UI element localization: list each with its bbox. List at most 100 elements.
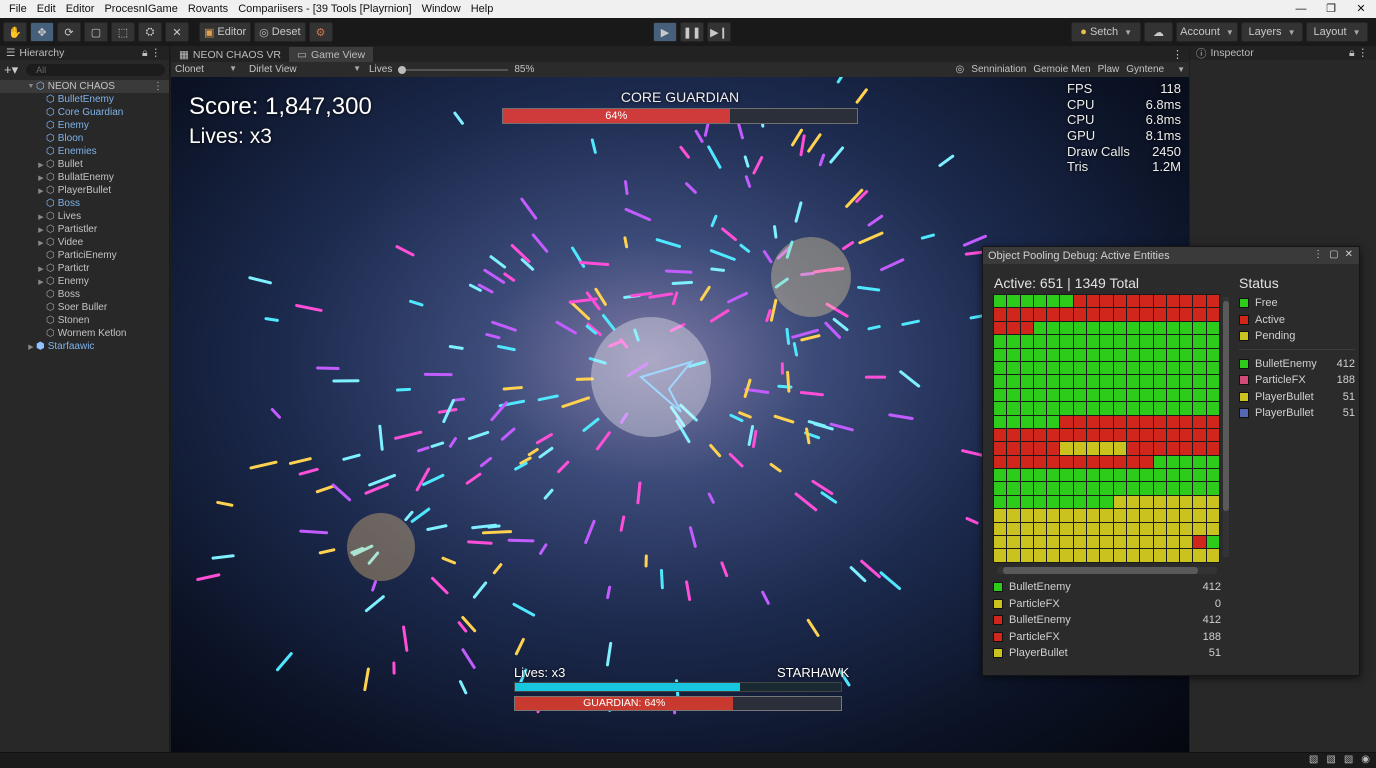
pool-cell[interactable] [994,482,1007,495]
transform-tool-icon[interactable]: ⛭ [138,22,162,42]
pool-cell[interactable] [1060,402,1073,415]
pool-cell[interactable] [1180,482,1193,495]
pool-cell[interactable] [1033,415,1047,428]
pool-cell[interactable] [1007,295,1020,308]
more-icon[interactable]: ⋮ [153,81,163,92]
pool-cell[interactable] [1087,361,1100,375]
pool-cell[interactable] [1100,348,1113,361]
tree-item[interactable]: ▶ ⬡ Bullet [0,158,169,171]
tree-item[interactable]: ⬡ Core Guardian [0,106,169,119]
pool-cell[interactable] [1100,509,1113,522]
pool-grid[interactable] [993,294,1221,563]
pool-cell[interactable] [1100,522,1113,536]
pool-cell[interactable] [1033,361,1047,375]
pool-cell[interactable] [994,469,1007,482]
pool-cell[interactable] [1100,308,1113,321]
pool-cell[interactable] [1193,495,1206,509]
pool-cell[interactable] [1193,482,1206,495]
pool-cell[interactable] [994,522,1007,536]
pool-cell[interactable] [1140,509,1153,522]
pool-cell[interactable] [1100,388,1113,402]
pool-cell[interactable] [1087,536,1100,549]
pool-cell[interactable] [1166,522,1180,536]
menu-file[interactable]: File [4,3,32,15]
pool-cell[interactable] [1166,375,1180,388]
pool-cell[interactable] [1166,295,1180,308]
expand-arrow-icon[interactable]: ▶ [36,174,46,182]
pool-cell[interactable] [1180,428,1193,442]
pool-cell[interactable] [1087,469,1100,482]
maximize-icon[interactable]: ▢ [1329,249,1338,260]
menu-help[interactable]: Help [466,3,499,15]
tree-item-footer[interactable]: ▶ ⬢ Starfaawic [0,340,169,353]
pool-cell[interactable] [1180,402,1193,415]
pool-cell[interactable] [1193,428,1206,442]
pool-cell[interactable] [1073,308,1087,321]
pool-cell[interactable] [1166,495,1180,509]
pool-cell[interactable] [1140,536,1153,549]
pool-cell[interactable] [1140,549,1153,562]
pool-cell[interactable] [1140,402,1153,415]
pool-cell[interactable] [1153,335,1166,348]
pool-cell[interactable] [1100,495,1113,509]
move-tool-icon[interactable]: ✥ [30,22,54,42]
inspector-tab[interactable]: ⓘ Inspector 🔒︎ ⋮ [1190,46,1376,60]
pool-cell[interactable] [1113,442,1126,455]
pool-cell[interactable] [1193,536,1206,549]
pause-icon[interactable]: ❚❚ [680,22,704,42]
pool-cell[interactable] [1060,388,1073,402]
pool-vertical-scrollbar[interactable] [1223,297,1229,557]
close-icon[interactable]: ✕ [1346,0,1376,18]
pool-cell[interactable] [1073,455,1087,469]
pool-cell[interactable] [1020,442,1033,455]
pool-cell[interactable] [1113,295,1126,308]
pool-cell[interactable] [1060,509,1073,522]
pool-cell[interactable] [1126,536,1140,549]
pool-cell[interactable] [1033,348,1047,361]
pool-cell[interactable] [1087,348,1100,361]
pool-cell[interactable] [1020,402,1033,415]
pool-cell[interactable] [1113,536,1126,549]
pool-cell[interactable] [1193,361,1206,375]
pool-cell[interactable] [1047,388,1060,402]
pool-cell[interactable] [1073,536,1087,549]
tree-item[interactable]: ▶ ⬡ Partictr [0,262,169,275]
pool-cell[interactable] [1007,361,1020,375]
pool-cell[interactable] [1007,335,1020,348]
pool-cell[interactable] [1180,455,1193,469]
pool-cell[interactable] [1140,455,1153,469]
menu-tools-title[interactable]: Compariisers - [39 Tools [Playrnion] [233,3,416,15]
pool-cell[interactable] [1166,361,1180,375]
pool-cell[interactable] [1100,428,1113,442]
pool-cell[interactable] [1087,415,1100,428]
pool-cell[interactable] [1206,482,1220,495]
pool-cell[interactable] [1140,469,1153,482]
pool-cell[interactable] [1153,495,1166,509]
pool-cell[interactable] [1126,348,1140,361]
pool-cell[interactable] [1180,388,1193,402]
pool-cell[interactable] [1007,321,1020,335]
pool-cell[interactable] [1033,536,1047,549]
pool-cell[interactable] [1166,388,1180,402]
pool-cell[interactable] [1060,415,1073,428]
pool-cell[interactable] [1073,522,1087,536]
pool-cell[interactable] [1100,295,1113,308]
pool-cell[interactable] [1073,375,1087,388]
lock-icon[interactable]: 🔒︎ ⋮ [142,47,161,60]
pool-cell[interactable] [1033,495,1047,509]
pool-cell[interactable] [1193,522,1206,536]
pool-cell[interactable] [1180,469,1193,482]
pool-cell[interactable] [1126,442,1140,455]
warning-icon[interactable]: ▧ [1326,754,1335,765]
pool-cell[interactable] [1140,522,1153,536]
pool-cell[interactable] [1060,308,1073,321]
pool-cell[interactable] [1140,335,1153,348]
pool-cell[interactable] [1140,495,1153,509]
tree-item[interactable]: ⬡ BulletEnemy [0,93,169,106]
hierarchy-search-input[interactable]: All [26,64,165,76]
pool-cell[interactable] [1007,482,1020,495]
pool-cell[interactable] [1060,469,1073,482]
pool-cell[interactable] [1087,442,1100,455]
game-option-4[interactable]: Gyntene [1126,64,1164,75]
pool-cell[interactable] [1073,321,1087,335]
